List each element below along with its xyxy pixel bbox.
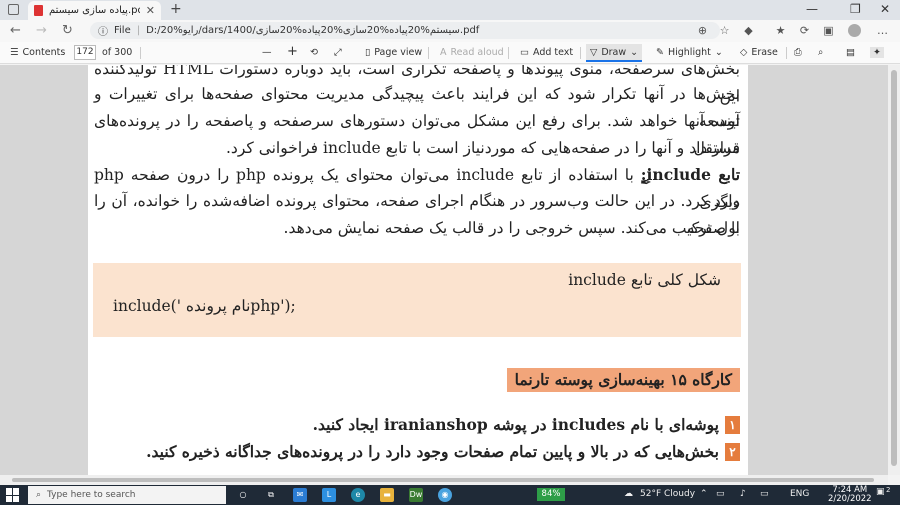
page-total: of 300 [102,47,133,58]
step-text: بخش‌هایی که در بالا و پایین تمام صفحات و… [146,442,719,461]
code-box: شکل کلی تابع include include(' نام پروند… [93,263,741,337]
step-item: ۲ بخش‌هایی که در بالا و پایین تمام صفحات… [146,442,740,461]
tab-actions-icon[interactable] [8,4,19,15]
info-icon: ⓘ [98,27,108,38]
add-text-button[interactable]: ▭ Add text [520,47,573,58]
add-text-icon: ▭ [520,47,529,58]
minimize-button[interactable]: — [806,2,818,16]
read-aloud-button[interactable]: A Read aloud [440,47,504,58]
learning-app-icon[interactable]: L [322,488,336,502]
step-number: ۲ [725,442,740,461]
back-icon[interactable]: ← [10,23,21,38]
favorites-icon[interactable]: ★ [774,24,787,37]
battery-indicator[interactable]: 84% [537,488,565,501]
new-tab-button[interactable]: + [170,1,182,17]
paragraph-line: اول ترکیب می‌کند. سپس خروجی را در قالب ی… [283,219,740,237]
language-indicator[interactable]: ENG [790,489,809,499]
include-heading: تابع include: [640,165,741,184]
paragraph-line: قرار داد و آنها را در صفحه‌هایی که موردن… [226,139,740,157]
step-item: ۱ پوشه‌ای با نام includes در پوشه irania… [313,415,740,434]
address-bar-row: ← → ↻ ⓘ File | D:/20%رایو/dars/1400/سیست… [0,20,900,42]
url-field[interactable]: ⓘ File | D:/20%رایو/dars/1400/سیستم%20پی… [90,22,720,39]
page-view-button[interactable]: ▯ Page view [365,47,422,58]
favorite-star-icon[interactable]: ☆ [718,24,731,37]
zoom-out-button[interactable]: — [262,47,272,58]
chrome-icon[interactable]: ◉ [438,488,452,502]
rotate-icon[interactable]: ⟲ [310,47,318,58]
read-aloud-icon: A [440,47,447,58]
cortana-icon[interactable]: ○ [236,488,250,502]
chevron-up-icon[interactable]: ⌃ [700,489,708,499]
code-line: include(' نام پرونده‌php'); [113,297,296,315]
workshop-heading: کارگاه ۱۵ بهینه‌سازی پوسته تارنما [506,368,740,392]
draw-icon: ▽ [590,46,598,58]
url-prefix: File [114,25,131,36]
chevron-down-icon: ⌄ [630,46,639,58]
refresh-icon[interactable]: ↻ [62,23,73,38]
save-icon[interactable]: ▤ [846,47,855,58]
contents-icon: ☰ [10,47,19,58]
tab-strip: پیاده سازی سیستم.pdf ✕ + — ❐ ✕ [0,0,900,20]
document-viewport[interactable]: بخش‌های سرصفحه، منوی پیوندها و پاصفحه تک… [0,65,900,475]
draw-button[interactable]: ▽ Draw ⌄ [586,44,643,62]
zoom-icon[interactable]: ⊕ [696,24,709,37]
search-icon[interactable]: ⌕ [818,47,823,58]
close-window-button[interactable]: ✕ [880,2,890,16]
dreamweaver-icon[interactable]: Dw [409,488,423,502]
pdf-page: بخش‌های سرصفحه، منوی پیوندها و پاصفحه تک… [88,65,748,475]
clock[interactable]: 7:24 AM 2/20/2022 [828,486,872,504]
taskbar-search-input[interactable]: ⌕ Type here to search [28,486,226,504]
eraser-icon: ◇ [740,47,748,58]
forward-icon[interactable]: → [36,23,47,38]
collections-icon[interactable]: ▣ [822,24,835,37]
maximize-button[interactable]: ❐ [850,2,861,16]
sync-icon[interactable]: ⟳ [798,24,811,37]
zoom-in-button[interactable]: + [287,44,298,59]
pdf-file-icon [34,5,43,16]
horizontal-scrollbar[interactable] [0,475,888,485]
erase-button[interactable]: ◇ Erase [740,47,778,58]
more-menu-icon[interactable]: … [876,24,889,37]
display-icon[interactable]: ▭ [760,489,769,499]
contents-button[interactable]: ☰ Contents [10,47,65,58]
edge-icon[interactable]: e [351,488,365,502]
pin-icon[interactable]: ✦ [870,47,884,58]
page-view-icon: ▯ [365,47,371,58]
tab-pdf[interactable]: پیاده سازی سیستم.pdf ✕ [28,1,161,20]
code-caption: شکل کلی تابع include [568,271,721,289]
pdf-toolbar: ☰ Contents 172 of 300 — + ⟲ ⤢ ▯ Page view … [0,42,900,64]
page-number-input[interactable]: 172 [74,45,96,60]
network-icon[interactable]: ▭ [716,489,725,499]
volume-icon[interactable]: ♪ [740,489,746,499]
mail-icon[interactable]: ✉ [293,488,307,502]
pen-cursor-icon: ✒ [640,175,652,191]
vertical-scrollbar[interactable] [888,65,900,475]
step-text: پوشه‌ای با نام includes در پوشه iranians… [312,415,719,434]
tab-close-icon[interactable]: ✕ [146,4,155,17]
extension-icon[interactable]: ◆ [742,24,755,37]
notification-icon[interactable]: ▣ [876,487,885,497]
step-number: ۱ [725,415,740,434]
search-icon: ⌕ [36,490,42,500]
url-text: D:/20%رایو/dars/1400/سیستم%20پیاده%20ساز… [146,25,480,36]
avatar[interactable] [848,24,861,37]
tab-title: پیاده سازی سیستم.pdf [49,5,140,16]
notification-count: 2 [886,486,891,494]
taskbar: ⌕ Type here to search ○ ⧉ ✉ L e ▬ Dw ◉ 8… [0,485,900,505]
highlight-icon: ✎ [656,47,664,58]
file-explorer-icon[interactable]: ▬ [380,488,394,502]
chevron-down-icon: ⌄ [714,47,723,58]
windows-start-icon[interactable] [6,488,20,502]
fit-page-icon[interactable]: ⤢ [334,47,342,58]
highlight-button[interactable]: ✎ Highlight ⌄ [656,47,723,58]
task-view-icon[interactable]: ⧉ [264,488,278,502]
print-icon[interactable]: ⎙ [794,47,802,58]
weather-text[interactable]: 52°F Cloudy [640,489,695,499]
weather-icon: ☁ [624,489,633,499]
